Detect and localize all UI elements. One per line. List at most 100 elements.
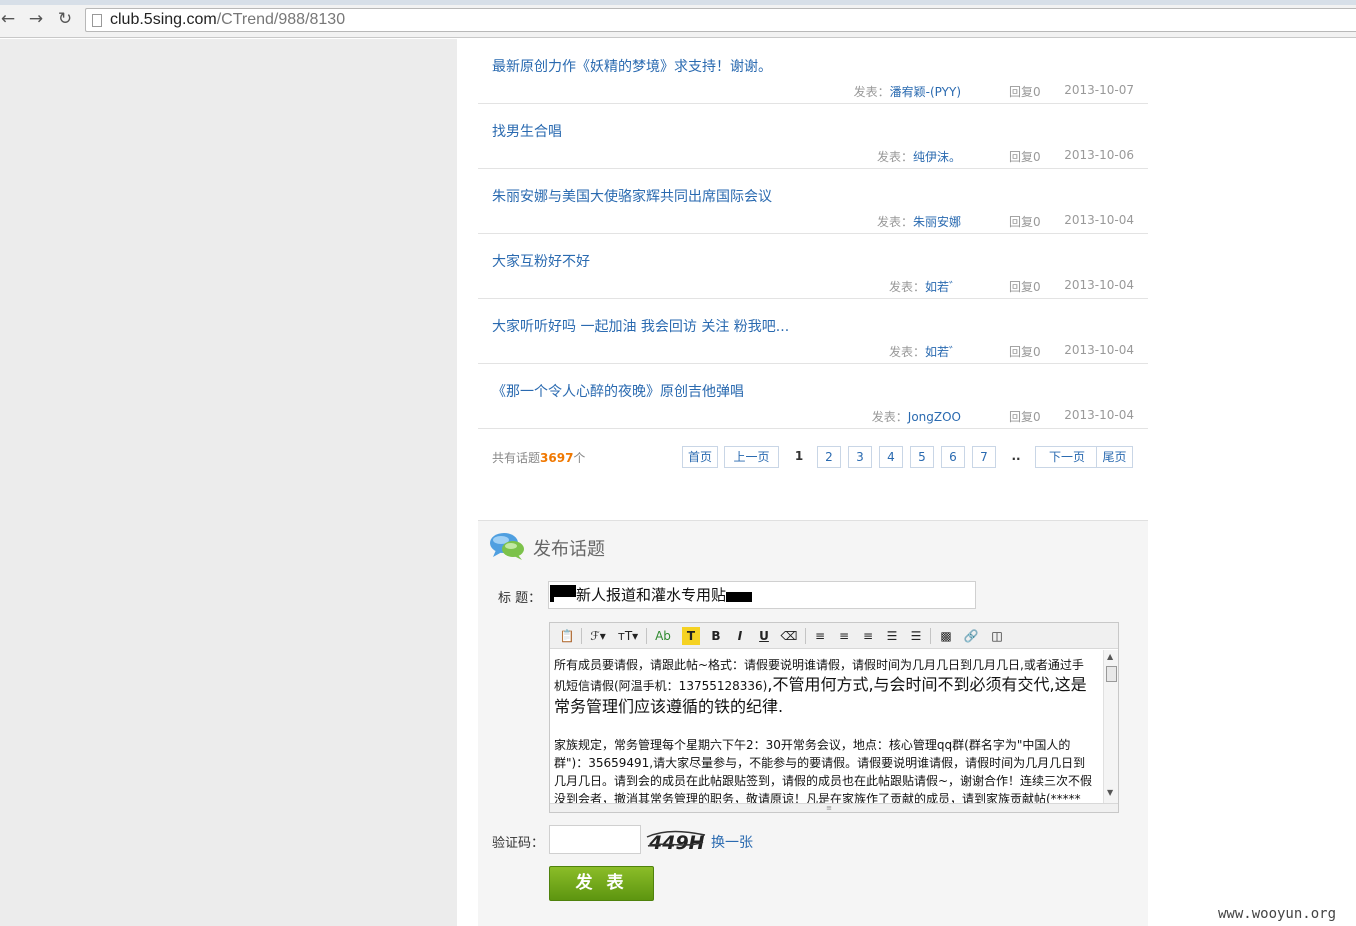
highlight-button[interactable]: T: [682, 627, 700, 645]
editor-content[interactable]: 所有成员要请假，请跟此帖~格式：请假要说明谁请假，请假时间为几月几日到几月几日,…: [550, 650, 1102, 803]
eraser-icon[interactable]: ⌫: [780, 627, 798, 645]
post-topic-form: 发布话题 标 题： 新人报道和灌水专用贴 📋 ℱ▾ ᴛT▾ Ab T B I U…: [478, 520, 1148, 926]
submit-post-button[interactable]: 发 表: [549, 866, 654, 901]
insert-media-icon[interactable]: ◫: [986, 627, 1008, 645]
page-4-button[interactable]: 4: [879, 446, 903, 468]
page-ellipsis: ..: [1011, 449, 1021, 463]
reply-count: 回复0: [1009, 345, 1041, 359]
watermark: www.wooyun.org: [1218, 906, 1337, 922]
topic-author: 发表：朱丽安娜: [876, 215, 961, 229]
topic-date: 2013-10-04: [1064, 213, 1134, 227]
topic-date: 2013-10-04: [1064, 408, 1134, 422]
author-link[interactable]: 纯伊沫。: [913, 150, 961, 164]
scroll-down-icon[interactable]: ▼: [1107, 788, 1113, 797]
left-sidebar-area: [0, 39, 457, 926]
back-arrow-icon[interactable]: ←: [0, 9, 18, 29]
toolbar-divider: [646, 628, 647, 644]
page-first-button[interactable]: 首页: [682, 446, 718, 468]
page-prev-button[interactable]: 上一页: [724, 446, 779, 468]
author-link[interactable]: 如若゛: [925, 345, 961, 359]
topic-row: 大家听听好吗 一起加油 我会回访 关注 粉我吧... 发表：如若゛ 回复0 20…: [478, 299, 1148, 364]
bold-button[interactable]: B: [708, 627, 724, 645]
page-2-button[interactable]: 2: [817, 446, 841, 468]
rich-text-editor: 📋 ℱ▾ ᴛT▾ Ab T B I U ⌫ ≡ ≡ ≡ ☰ ☰ ▩ 🔗 ◫ 所有…: [549, 622, 1119, 813]
toolbar-divider: [581, 628, 582, 644]
editor-resize-handle[interactable]: ≡: [550, 803, 1118, 812]
topic-row: 最新原创力作《妖精的梦境》求支持！谢谢。 发表：潘宥颖-(PYY) 回复0 20…: [478, 39, 1148, 104]
topic-row: 《那一个令人心醉的夜晚》原创吉他弹唱 发表：JongZOO 回复0 2013-1…: [478, 364, 1148, 429]
reply-count: 回复0: [1009, 215, 1041, 229]
topic-date: 2013-10-04: [1064, 278, 1134, 292]
ordered-list-icon[interactable]: ☰: [884, 627, 900, 645]
svg-text:449H: 449H: [648, 832, 705, 853]
topic-title[interactable]: 大家互粉好不好: [492, 251, 590, 271]
font-color-button[interactable]: Ab: [652, 627, 674, 645]
page-6-button[interactable]: 6: [941, 446, 965, 468]
forward-arrow-icon[interactable]: →: [26, 9, 46, 29]
captcha-image: 449H: [646, 830, 706, 853]
topic-row: 朱丽安娜与美国大使骆家辉共同出席国际会议 发表：朱丽安娜 回复0 2013-10…: [478, 169, 1148, 234]
topic-title[interactable]: 《那一个令人心醉的夜晚》原创吉他弹唱: [492, 381, 744, 401]
main-content: 最新原创力作《妖精的梦境》求支持！谢谢。 发表：潘宥颖-(PYY) 回复0 20…: [457, 39, 1356, 926]
topic-title[interactable]: 大家听听好吗 一起加油 我会回访 关注 粉我吧...: [492, 316, 789, 336]
font-size-button[interactable]: ᴛT▾: [616, 627, 640, 645]
topic-row: 大家互粉好不好 发表：如若゛ 回复0 2013-10-04: [478, 234, 1148, 299]
page-5-button[interactable]: 5: [910, 446, 934, 468]
topic-row: 找男生合唱 发表：纯伊沫。 回复0 2013-10-06: [478, 104, 1148, 169]
reload-icon[interactable]: ↻: [55, 9, 75, 29]
browser-toolbar: ← → ↻ club.5sing.com/CTrend/988/8130: [0, 0, 1356, 38]
topic-date: 2013-10-06: [1064, 148, 1134, 162]
toolbar-divider: [805, 628, 806, 644]
editor-scrollbar[interactable]: ▲ ▼: [1103, 650, 1118, 803]
author-link[interactable]: 潘宥颖-(PYY): [890, 85, 961, 99]
chat-bubbles-icon: [490, 533, 524, 560]
font-family-button[interactable]: ℱ▾: [587, 627, 609, 645]
page-last-button[interactable]: 尾页: [1096, 446, 1133, 468]
captcha-refresh-link[interactable]: 换一张: [711, 832, 753, 852]
underline-button[interactable]: U: [756, 627, 772, 645]
author-link[interactable]: 朱丽安娜: [913, 215, 961, 229]
title-input[interactable]: 新人报道和灌水专用贴: [548, 581, 976, 609]
url-text: club.5sing.com/CTrend/988/8130: [110, 11, 346, 28]
author-link[interactable]: JongZOO: [908, 410, 961, 424]
bullet-list-icon[interactable]: ☰: [908, 627, 924, 645]
insert-image-icon[interactable]: ▩: [937, 627, 955, 645]
address-bar[interactable]: club.5sing.com/CTrend/988/8130: [85, 8, 1356, 32]
black-square-glyph: [726, 585, 753, 602]
title-label: 标 题：: [498, 591, 542, 606]
form-heading: 发布话题: [533, 539, 605, 560]
page-next-button[interactable]: 下一页: [1035, 446, 1099, 468]
topic-title[interactable]: 朱丽安娜与美国大使骆家辉共同出席国际会议: [492, 186, 772, 206]
topic-title[interactable]: 找男生合唱: [492, 121, 562, 141]
align-left-icon[interactable]: ≡: [812, 627, 828, 645]
editor-toolbar: 📋 ℱ▾ ᴛT▾ Ab T B I U ⌫ ≡ ≡ ≡ ☰ ☰ ▩ 🔗 ◫: [550, 623, 1118, 649]
scroll-up-icon[interactable]: ▲: [1107, 652, 1113, 661]
resize-grip-icon[interactable]: ≡: [824, 805, 834, 812]
black-square-glyph: [550, 585, 576, 602]
pagination: 共有话题3697个 首页 上一页 1 2 3 4 5 6 7 .. 下一页 尾页: [478, 442, 1148, 472]
insert-link-icon[interactable]: 🔗: [962, 627, 980, 645]
topic-author: 发表：纯伊沫。: [876, 150, 961, 164]
page-icon: [92, 14, 102, 27]
tab-strip: [0, 0, 1356, 5]
captcha-input[interactable]: [549, 825, 641, 854]
author-link[interactable]: 如若゛: [925, 280, 961, 294]
topic-author: 发表：潘宥颖-(PYY): [853, 85, 961, 99]
topic-date: 2013-10-04: [1064, 343, 1134, 357]
reply-count: 回复0: [1009, 280, 1041, 294]
page-7-button[interactable]: 7: [972, 446, 996, 468]
align-right-icon[interactable]: ≡: [860, 627, 876, 645]
align-center-icon[interactable]: ≡: [836, 627, 852, 645]
italic-button[interactable]: I: [732, 627, 748, 645]
topic-date: 2013-10-07: [1064, 83, 1134, 97]
captcha-label: 验证码：: [492, 836, 545, 851]
page-3-button[interactable]: 3: [848, 446, 872, 468]
topic-author: 发表：JongZOO: [871, 410, 961, 424]
scroll-thumb[interactable]: [1106, 666, 1117, 682]
topic-author: 发表：如若゛: [888, 280, 961, 294]
reply-count: 回复0: [1009, 410, 1041, 424]
topic-title[interactable]: 最新原创力作《妖精的梦境》求支持！谢谢。: [492, 56, 772, 76]
reply-count: 回复0: [1009, 150, 1041, 164]
topic-total: 共有话题3697个: [492, 451, 586, 465]
source-code-icon[interactable]: 📋: [558, 627, 576, 645]
